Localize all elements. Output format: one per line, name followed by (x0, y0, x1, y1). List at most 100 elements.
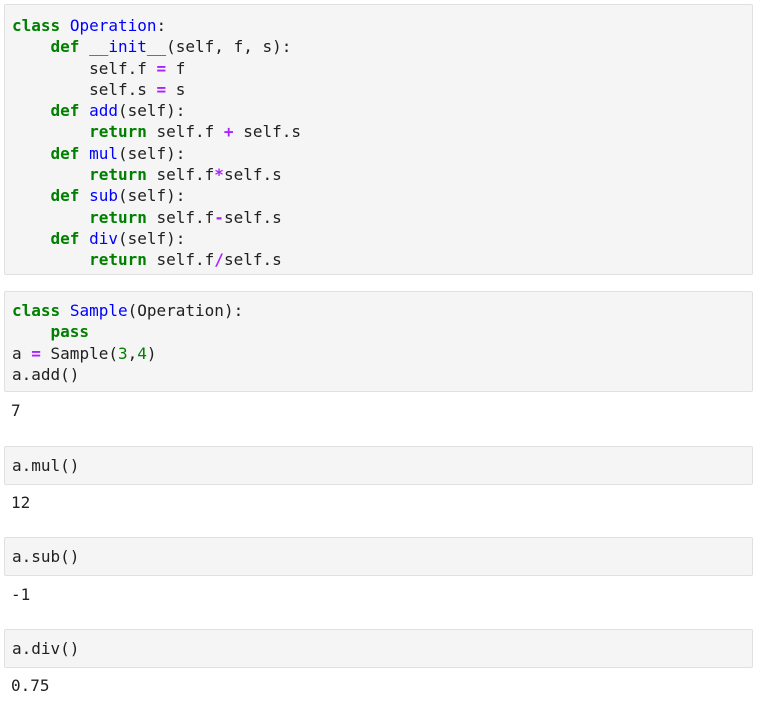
code-line: class Sample(Operation): (12, 300, 752, 321)
code-line: a.mul() (12, 455, 752, 476)
code-token: div (89, 228, 118, 248)
code-token: self.f (146, 207, 215, 227)
code-line: self.s = s (12, 79, 752, 100)
code-line: def div(self): (12, 228, 752, 249)
code-token: Sample (69, 301, 128, 320)
code-token: s (166, 79, 186, 99)
code-token: (self): (117, 143, 186, 163)
code-token: a.add() (12, 364, 80, 384)
code-token: a.sub() (12, 547, 80, 566)
code-cell-operation-class[interactable]: class Operation: def __init__(self, f, s… (4, 4, 753, 275)
code-line: def __init__(self, f, s): (12, 36, 752, 57)
code-line: pass (12, 321, 752, 342)
code-token: add (89, 101, 118, 121)
code-token: self.f (146, 165, 215, 185)
code-token: return (89, 165, 147, 185)
code-token: return (89, 207, 147, 227)
code-token: self.f (146, 250, 215, 270)
code-token: = (156, 58, 167, 78)
code-token: a.mul() (12, 456, 80, 475)
code-token: = (156, 79, 167, 99)
code-token: - (214, 207, 224, 227)
code-line: a = Sample(3,4) (12, 343, 752, 364)
code-token: self.s (223, 207, 282, 227)
code-token: self.s (233, 122, 301, 142)
code-token: ) (146, 343, 157, 363)
code-line: return self.f/self.s (12, 249, 752, 270)
cell-output: 12 (11, 493, 31, 512)
code-token: def (50, 101, 80, 121)
code-line: a.div() (12, 638, 752, 659)
code-token: return (89, 122, 147, 142)
code-token: Operation (69, 16, 157, 35)
code-editor[interactable]: a.div() (5, 638, 752, 659)
code-token: (self): (117, 186, 186, 206)
code-token: def (50, 186, 80, 206)
code-cell-sub[interactable]: a.sub() (4, 537, 753, 576)
code-line: a.add() (12, 364, 752, 385)
code-token: a.div() (12, 639, 80, 658)
code-token: self.f (12, 58, 157, 78)
code-token: return (89, 250, 147, 270)
code-token: self.s (223, 165, 282, 185)
code-token: 3 (117, 343, 128, 363)
code-token: = (31, 343, 41, 363)
code-line: return self.f + self.s (12, 121, 752, 142)
cell-output: -1 (11, 585, 31, 604)
code-line: a.sub() (12, 546, 752, 567)
code-token: (self, f, s): (166, 37, 292, 57)
code-token: class (12, 16, 61, 35)
code-editor[interactable]: a.mul() (5, 455, 752, 476)
code-token: + (223, 122, 234, 142)
code-line: def mul(self): (12, 143, 752, 164)
code-token: def (50, 143, 80, 163)
code-token: a (12, 343, 32, 363)
code-token: class (12, 301, 61, 320)
code-token: Sample( (40, 343, 118, 363)
code-editor[interactable]: class Sample(Operation): pass a = Sample(… (5, 300, 752, 385)
code-token: / (214, 250, 224, 270)
code-editor[interactable]: class Operation: def __init__(self, f, s… (5, 15, 752, 271)
code-token: : (156, 16, 167, 35)
code-token: self.s (12, 79, 157, 99)
code-line: self.f = f (12, 58, 752, 79)
cell-output: 0.75 (11, 676, 50, 695)
code-token: self.s (223, 250, 282, 270)
code-token: f (166, 58, 186, 78)
code-cell-div[interactable]: a.div() (4, 629, 753, 668)
code-token: self.f (146, 122, 224, 142)
code-line: return self.f-self.s (12, 207, 752, 228)
code-cell-mul[interactable]: a.mul() (4, 446, 753, 485)
code-token: mul (89, 143, 118, 163)
code-line: class Operation: (12, 15, 752, 36)
code-token: * (214, 165, 224, 185)
code-token: __init__ (89, 37, 167, 57)
code-token: (self): (117, 101, 186, 121)
code-line: def sub(self): (12, 185, 752, 206)
code-cell-sample-class[interactable]: class Sample(Operation): pass a = Sample(… (4, 291, 753, 392)
code-token: (self): (117, 228, 186, 248)
code-token: def (50, 37, 80, 57)
code-editor[interactable]: a.sub() (5, 546, 752, 567)
code-token: 4 (137, 343, 147, 363)
code-token: (Operation): (127, 301, 244, 320)
code-line: def add(self): (12, 100, 752, 121)
code-line: return self.f*self.s (12, 164, 752, 185)
cell-output: 7 (11, 401, 21, 420)
